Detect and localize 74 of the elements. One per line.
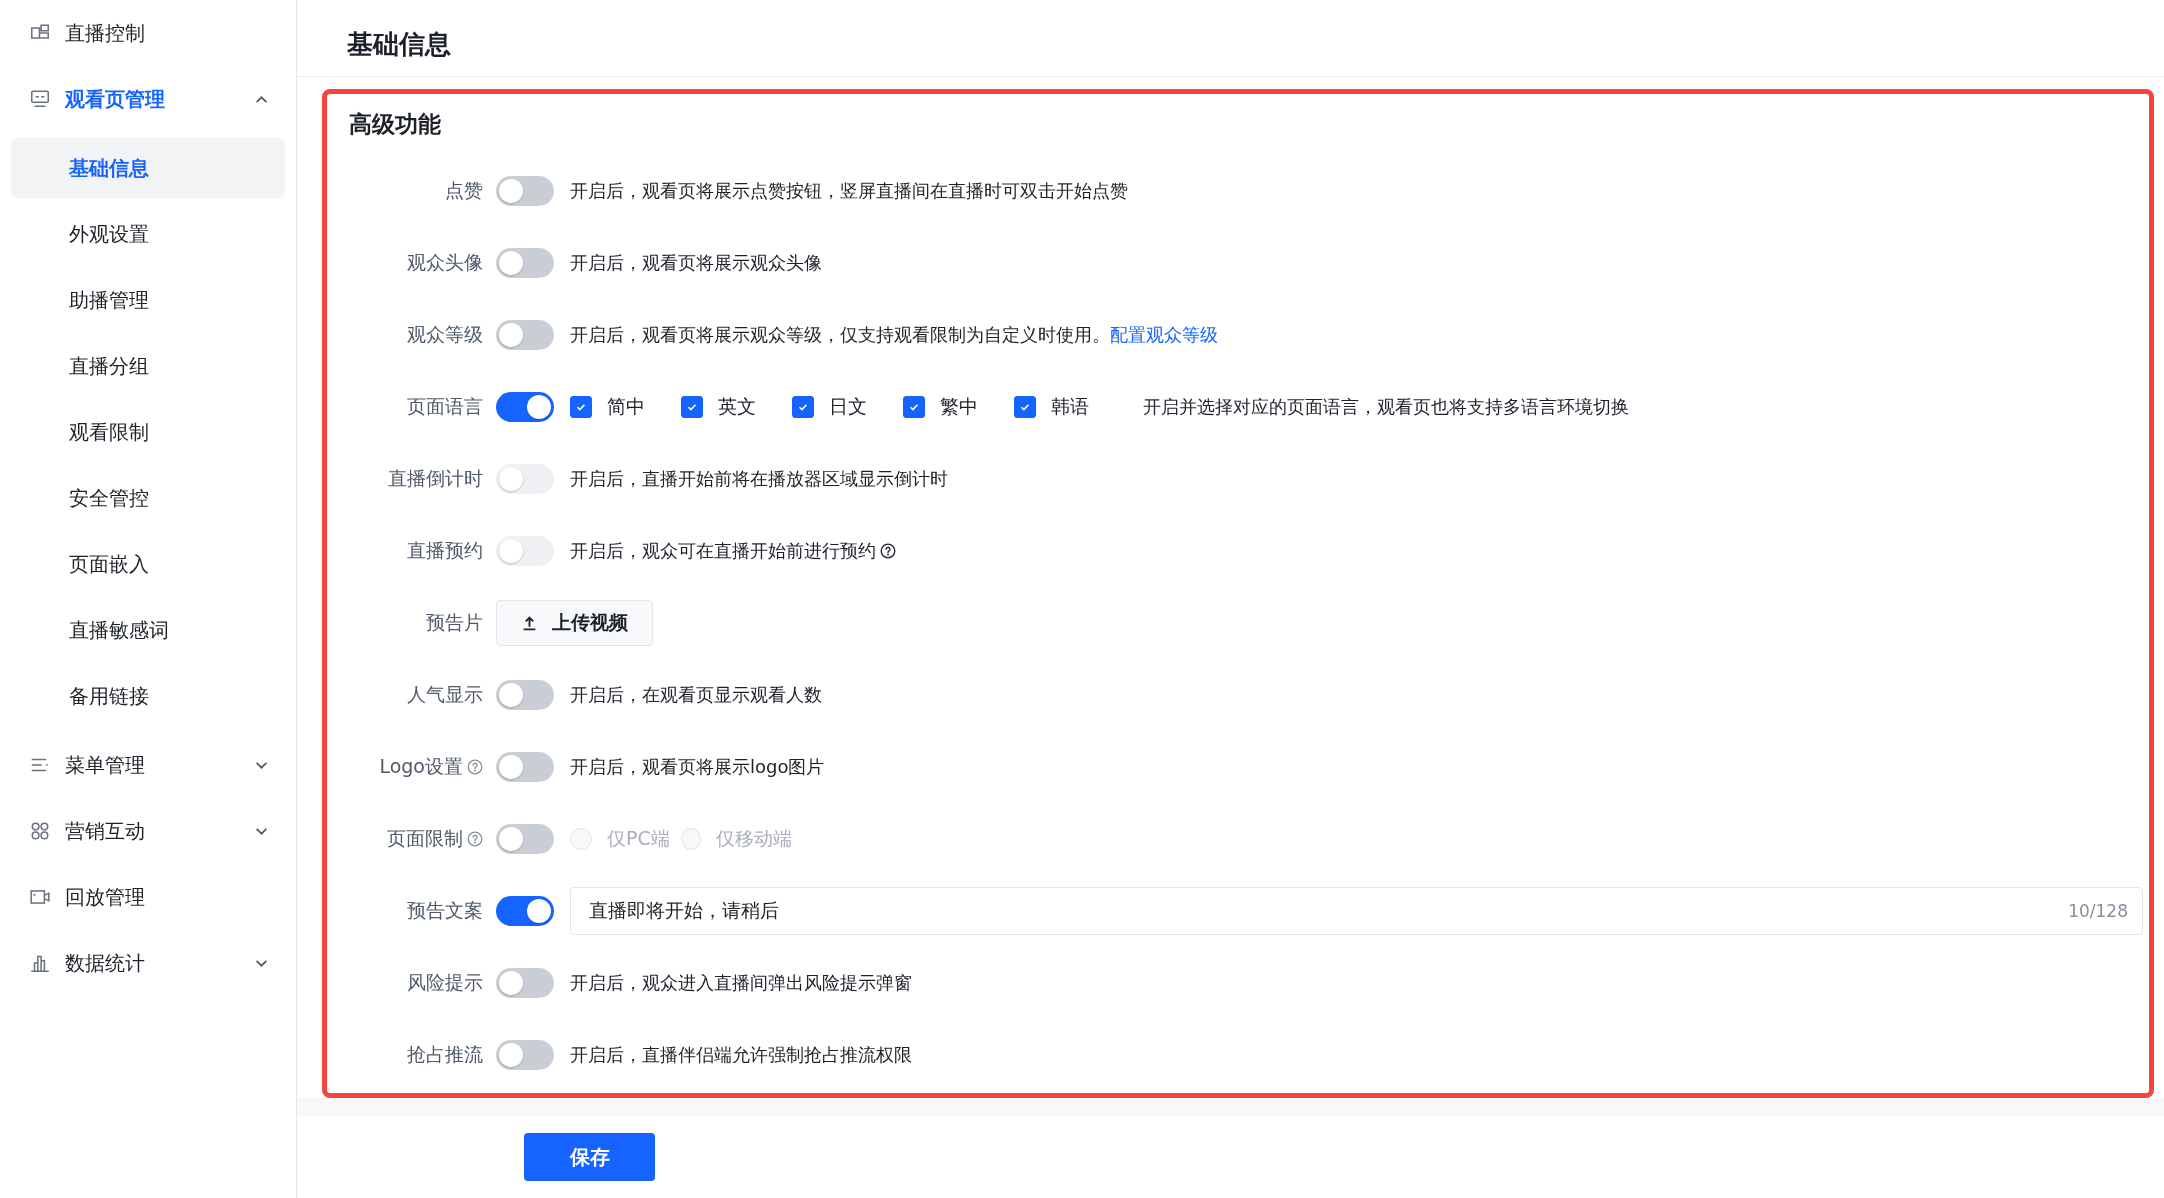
field-label: 预告片 <box>426 610 483 635</box>
checkbox-label: 日文 <box>829 394 867 419</box>
description: 开启后，观众可在直播开始前进行预约 <box>570 539 876 563</box>
field-label: 页面语言 <box>407 394 483 419</box>
description: 开启后，观看页将展示观众等级，仅支持观看限制为自定义时使用。配置观众等级 <box>570 323 1218 347</box>
field-label: 页面限制 <box>387 826 463 851</box>
nav-subitem[interactable]: 外观设置 <box>11 204 285 264</box>
checkbox[interactable] <box>792 396 814 418</box>
page-title: 基础信息 <box>347 28 451 61</box>
text-input[interactable]: 直播即将开始，请稍后 10/128 <box>570 887 2143 935</box>
description: 开启后，观看页将展示点赞按钮，竖屏直播间在直播时可双击开始点赞 <box>570 179 1128 203</box>
monitor-icon <box>29 88 51 110</box>
toggle-switch[interactable] <box>496 752 554 782</box>
description: 开启后，直播伴侣端允许强制抢占推流权限 <box>570 1043 912 1067</box>
nav-item[interactable]: 观看页管理 <box>0 66 296 132</box>
save-button[interactable]: 保存 <box>524 1133 655 1181</box>
description: 开启后，直播开始前将在播放器区域显示倒计时 <box>570 467 948 491</box>
toggle-switch[interactable] <box>496 1040 554 1070</box>
description: 开启并选择对应的页面语言，观看页也将支持多语言环境切换 <box>1143 395 1629 419</box>
nav-subitem[interactable]: 基础信息 <box>11 138 285 198</box>
radio-label: 仅PC端 <box>607 826 670 851</box>
upload-button[interactable]: 上传视频 <box>496 600 653 646</box>
nav-item[interactable]: 直播控制 <box>0 0 296 66</box>
nav-subitem[interactable]: 安全管控 <box>11 468 285 528</box>
grid-icon <box>29 820 51 842</box>
section-title: 高级功能 <box>349 110 442 139</box>
checkbox-label: 英文 <box>718 394 756 419</box>
checkbox[interactable] <box>903 396 925 418</box>
nav-subitem[interactable]: 助播管理 <box>11 270 285 330</box>
toggle-switch[interactable] <box>496 176 554 206</box>
checkbox[interactable] <box>570 396 592 418</box>
nav-subitem[interactable]: 直播分组 <box>11 336 285 396</box>
chevron-icon <box>255 958 268 968</box>
field-label: 点赞 <box>445 178 483 203</box>
link[interactable]: 配置观众等级 <box>1110 324 1218 345</box>
upload-icon <box>521 614 538 632</box>
field-label: 抢占推流 <box>407 1042 483 1067</box>
field-label: 观众等级 <box>407 322 483 347</box>
radio-label: 仅移动端 <box>716 826 792 851</box>
toggle-switch[interactable] <box>496 824 554 854</box>
toggle-switch[interactable] <box>496 248 554 278</box>
nav-item[interactable]: 数据统计 <box>0 930 296 996</box>
chevron-icon <box>255 826 268 836</box>
description: 开启后，观看页将展示logo图片 <box>570 755 825 779</box>
nav-subitem[interactable]: 观看限制 <box>11 402 285 462</box>
description: 开启后，在观看页显示观看人数 <box>570 683 822 707</box>
toggle-switch[interactable] <box>496 320 554 350</box>
chevron-icon <box>255 94 268 104</box>
toggle-switch[interactable] <box>496 968 554 998</box>
field-label: 观众头像 <box>407 250 483 275</box>
nav-subitem[interactable]: 直播敏感词 <box>11 600 285 660</box>
nav-item[interactable]: 菜单管理 <box>0 732 296 798</box>
field-label: 预告文案 <box>407 898 483 923</box>
field-label: 人气显示 <box>407 682 483 707</box>
checkbox[interactable] <box>681 396 703 418</box>
field-label: 风险提示 <box>407 970 483 995</box>
checkbox-label: 简中 <box>607 394 645 419</box>
toggle-switch[interactable] <box>496 896 554 926</box>
checkbox-label: 繁中 <box>940 394 978 419</box>
nav-subitem[interactable]: 备用链接 <box>11 666 285 726</box>
checkbox[interactable] <box>1014 396 1036 418</box>
nav-item[interactable]: 营销互动 <box>0 798 296 864</box>
field-label: 直播倒计时 <box>388 466 483 491</box>
toggle-switch[interactable] <box>496 392 554 422</box>
description: 开启后，观众进入直播间弹出风险提示弹窗 <box>570 971 912 995</box>
nav-subitem[interactable]: 页面嵌入 <box>11 534 285 594</box>
nav-item[interactable]: 回放管理 <box>0 864 296 930</box>
character-counter: 10/128 <box>2068 901 2128 921</box>
toggle-switch[interactable] <box>496 680 554 710</box>
field-label: Logo设置 <box>379 754 463 779</box>
checkbox-label: 韩语 <box>1051 394 1089 419</box>
field-label: 直播预约 <box>407 538 483 563</box>
description: 开启后，观看页将展示观众头像 <box>570 251 822 275</box>
chevron-icon <box>255 760 268 770</box>
